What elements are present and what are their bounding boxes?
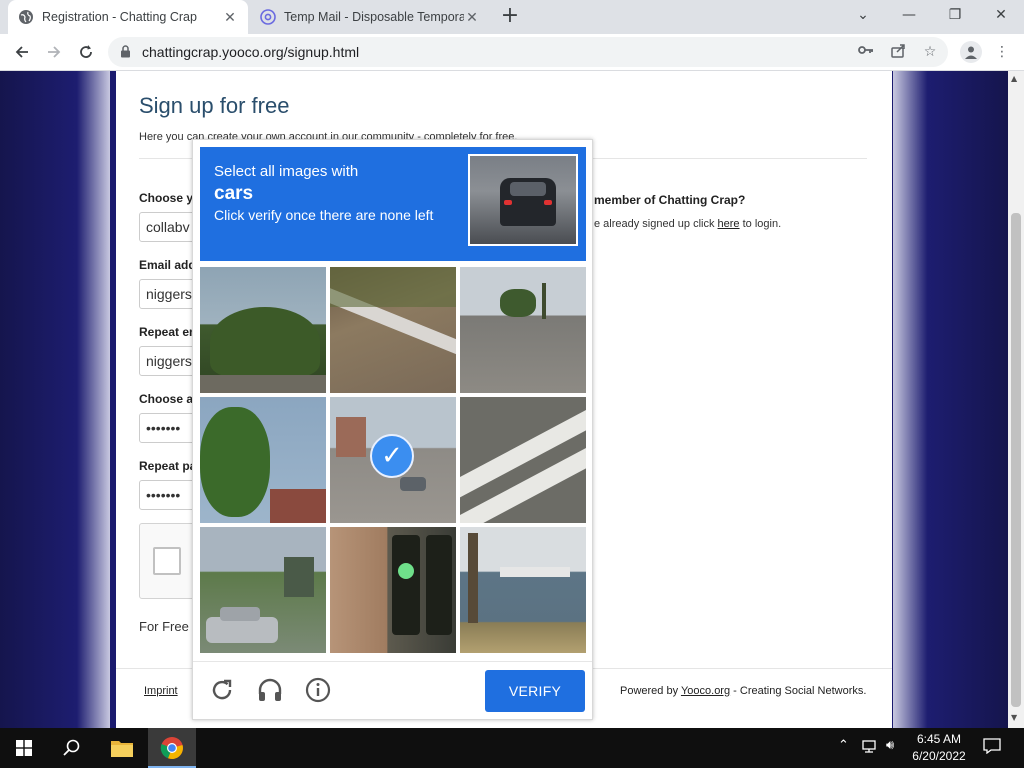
chrome-icon[interactable] xyxy=(148,728,196,768)
prompt-instruction: Click verify once there are none left xyxy=(214,207,434,223)
tab-title: Temp Mail - Disposable Tempora xyxy=(284,10,464,24)
address-bar[interactable]: chattingcrap.yooco.org/signup.html xyxy=(108,37,948,67)
image-tile-6[interactable] xyxy=(460,397,586,523)
image-tile-3[interactable] xyxy=(460,267,586,393)
image-tile-1[interactable] xyxy=(200,267,326,393)
network-icon[interactable] xyxy=(861,738,879,758)
at-sign-icon xyxy=(260,9,276,25)
info-icon[interactable] xyxy=(304,676,332,704)
member-login-text: e already signed up click here to login. xyxy=(594,218,781,230)
refresh-icon[interactable] xyxy=(208,676,236,704)
browser-tab-bar: Registration - Chatting Crap ✕ Temp Mail… xyxy=(0,0,1024,34)
prompt-target: cars xyxy=(214,183,254,204)
back-arrow-icon[interactable] xyxy=(8,38,36,66)
login-here-link[interactable]: here xyxy=(718,218,740,230)
scrollbar-thumb[interactable] xyxy=(1011,213,1021,707)
tab-title: Registration - Chatting Crap xyxy=(42,10,197,24)
kebab-menu-icon[interactable]: ⋮ xyxy=(993,43,1011,61)
image-tile-8[interactable] xyxy=(330,527,456,653)
browser-toolbar: chattingcrap.yooco.org/signup.html ☆ ⋮ xyxy=(0,34,1024,71)
password-label: Choose a xyxy=(139,392,194,406)
powered-by-post: - Creating Social Networks. xyxy=(730,685,867,697)
email-label: Email add xyxy=(139,258,196,272)
image-tile-4[interactable] xyxy=(200,397,326,523)
file-explorer-icon[interactable] xyxy=(98,728,146,768)
yooco-link[interactable]: Yooco.org xyxy=(681,685,730,697)
powered-by-pre: Powered by xyxy=(620,685,681,697)
page-title: Sign up for free xyxy=(139,93,290,118)
image-tile-7[interactable] xyxy=(200,527,326,653)
powered-by-text: Powered by Yooco.org - Creating Social N… xyxy=(620,685,866,697)
notification-icon[interactable] xyxy=(983,738,1001,758)
lock-icon[interactable] xyxy=(120,45,134,59)
key-icon[interactable] xyxy=(857,43,875,61)
image-tile-2[interactable] xyxy=(330,267,456,393)
windows-start-icon[interactable] xyxy=(0,728,48,768)
member-text-post: to login. xyxy=(739,218,782,230)
url-text: chattingcrap.yooco.org/signup.html xyxy=(142,44,360,60)
forward-arrow-icon[interactable] xyxy=(40,38,68,66)
page-background-right xyxy=(893,71,1008,728)
share-icon[interactable] xyxy=(889,43,907,61)
close-tab-icon[interactable]: ✕ xyxy=(222,9,238,25)
profile-avatar-icon[interactable] xyxy=(960,41,982,63)
search-icon[interactable] xyxy=(48,728,96,768)
tab-registration[interactable]: Registration - Chatting Crap ✕ xyxy=(8,0,248,34)
member-heading: member of Chatting Crap? xyxy=(594,193,746,207)
repeat-email-label: Repeat en xyxy=(139,325,197,339)
close-window-icon[interactable]: ✕ xyxy=(978,0,1024,30)
image-tile-5[interactable]: ✓ xyxy=(330,397,456,523)
windows-taskbar: ⌃ 🔊︎ 6:45 AM 6/20/2022 xyxy=(0,728,1024,768)
star-bookmark-icon[interactable]: ☆ xyxy=(921,43,939,61)
for-free-text: For Free xyxy=(139,619,189,634)
captcha-challenge-dialog: Select all images with cars Click verify… xyxy=(192,139,593,720)
example-car-image xyxy=(468,154,578,246)
prompt-line-1: Select all images with xyxy=(214,163,359,180)
scroll-down-arrow-icon[interactable]: ▼ xyxy=(1011,713,1017,722)
globe-icon xyxy=(18,9,34,25)
audio-headphones-icon[interactable] xyxy=(256,676,284,704)
minimize-icon[interactable]: — xyxy=(886,0,932,30)
volume-icon[interactable]: 🔊︎ xyxy=(886,738,894,753)
chevron-up-icon[interactable]: ⌃ xyxy=(838,738,849,753)
system-clock[interactable]: 6:45 AM 6/20/2022 xyxy=(906,731,972,765)
reload-icon[interactable] xyxy=(72,38,100,66)
selected-check-icon: ✓ xyxy=(370,434,414,478)
close-tab-icon[interactable]: ✕ xyxy=(464,9,480,25)
clock-time: 6:45 AM xyxy=(916,732,962,746)
page-background-left xyxy=(0,71,110,728)
image-tile-9[interactable] xyxy=(460,527,586,653)
challenge-prompt: Select all images with cars Click verify… xyxy=(200,147,586,261)
verify-button[interactable]: VERIFY xyxy=(485,670,585,712)
new-tab-button[interactable]: + xyxy=(499,5,521,28)
member-text-pre: e already signed up click xyxy=(594,218,718,230)
repeat-password-label: Repeat pa xyxy=(139,459,197,473)
challenge-footer-divider xyxy=(193,661,592,662)
imprint-link[interactable]: Imprint xyxy=(144,685,178,697)
tab-temp-mail[interactable]: Temp Mail - Disposable Tempora ✕ xyxy=(250,0,490,34)
scroll-up-arrow-icon[interactable]: ▲ xyxy=(1011,74,1017,83)
captcha-checkbox[interactable] xyxy=(153,547,181,575)
clock-date: 6/20/2022 xyxy=(912,749,966,763)
tab-search-chevron-icon[interactable]: ⌄ xyxy=(840,0,886,30)
restore-icon[interactable]: ❐ xyxy=(932,0,978,30)
